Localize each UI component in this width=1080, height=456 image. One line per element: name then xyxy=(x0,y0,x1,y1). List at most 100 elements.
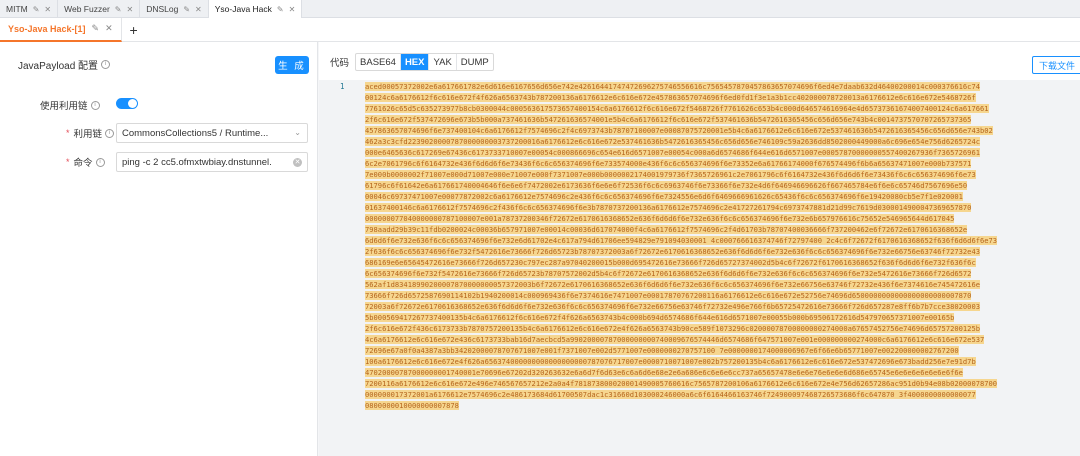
required-mark: * xyxy=(66,157,70,167)
command-label-text: 命令 xyxy=(73,158,93,169)
hex-line-text: 7761626c65d5c635273977b8cb0300044c000563… xyxy=(365,104,989,113)
hex-line: 47020000787000000001740001e70696e67202d3… xyxy=(365,367,1077,378)
command-input[interactable]: ping -c 2 cc5.ofmxtwbiay.dnstunnel. ✕ xyxy=(116,152,308,172)
hex-line: 000000017372001a6176612e7574696c2e486173… xyxy=(365,389,1077,400)
chevron-down-icon: ⌄ xyxy=(294,128,301,137)
top-tab-label: DNSLog xyxy=(146,4,179,14)
edit-icon[interactable]: ✎ xyxy=(183,5,190,14)
download-file-button[interactable]: 下载文件 xyxy=(1032,56,1080,74)
hex-line-text: 000e6465636c617269e67436c6173733710007e0… xyxy=(365,148,980,157)
info-icon[interactable]: i xyxy=(101,60,111,69)
sub-tab-yso-java-hack-1[interactable]: Yso-Java Hack-[1] ✎ ✕ xyxy=(0,17,122,42)
hex-line-text: aced00057372002e6a617661782e6d616e616765… xyxy=(365,82,980,91)
format-base64-button[interactable]: BASE64 xyxy=(356,54,401,70)
hex-line: 7e000b0000002f71007e000d71007e000e71007e… xyxy=(365,169,1077,180)
close-icon[interactable]: ✕ xyxy=(127,5,134,14)
hex-line: 00124c6a6176612f6c616e672f4f626a6563743b… xyxy=(365,92,1077,103)
info-icon[interactable]: i xyxy=(95,157,105,167)
edit-icon[interactable]: ✎ xyxy=(92,23,100,34)
hex-line-text: 2f6c616e672f537472696e673b5b000a73746163… xyxy=(365,115,972,124)
add-tab-button[interactable]: + xyxy=(122,18,146,42)
code-label: 代码 xyxy=(330,58,350,69)
chain-label-text: 利用链 xyxy=(73,129,103,140)
top-tab-label: MITM xyxy=(6,4,28,14)
hex-line-text: 457863657074696f6e737400104c6a6176612f75… xyxy=(365,126,993,135)
hex-line: 106a6176612e6c616e672e4f626a656374000000… xyxy=(365,356,1077,367)
hex-line: 01637400146c6a6176612f7574696c2f436f6c6c… xyxy=(365,202,1077,213)
generate-button[interactable]: 生 成 xyxy=(275,56,309,74)
top-tab-dnslog[interactable]: DNSLog ✎ ✕ xyxy=(140,0,209,18)
close-icon[interactable]: ✕ xyxy=(289,5,296,14)
code-toolbar: 代码 BASE64 HEX YAK DUMP xyxy=(319,52,494,72)
code-panel: 代码 BASE64 HEX YAK DUMP 下载文件 1 aced000573… xyxy=(319,42,1080,456)
hex-line-text: 73666f726d6572587690114102b1940200014c00… xyxy=(365,291,972,300)
close-icon[interactable]: ✕ xyxy=(105,23,113,34)
hex-line-text: 5b000569417267737400135b4c6a6176612f6c61… xyxy=(365,313,955,322)
top-tab-label: Yso-Java Hack xyxy=(214,4,272,14)
line-gutter: 1 xyxy=(319,80,359,456)
hex-line-text: 2f636f6c6c656374696f6e732f5472616e73666f… xyxy=(365,247,980,256)
top-tab-yso-java-hack[interactable]: Yso-Java Hack ✎ ✕ xyxy=(208,0,303,18)
hex-line-text: 01637400146c6a6176612f7574696c2f436f6c6c… xyxy=(365,203,972,212)
hex-line-text: 00046c69737471007e00077872002c6a6176612e… xyxy=(365,192,963,201)
hex-line-text: 6d6d6f6e732e636f6c6c656374696f6e732e6d61… xyxy=(365,236,998,245)
hex-line: 462a3c3cfd223902000078700000000373720001… xyxy=(365,136,1077,147)
sub-tab-label: Yso-Java Hack-[1] xyxy=(8,23,86,34)
format-yak-button[interactable]: YAK xyxy=(429,54,457,70)
info-icon[interactable]: i xyxy=(105,128,115,138)
close-icon[interactable]: ✕ xyxy=(44,5,51,14)
line-number: 1 xyxy=(340,82,345,91)
hex-line-text: 000000077040000000787100007e001a78737200… xyxy=(365,214,955,223)
edit-icon[interactable]: ✎ xyxy=(277,5,284,14)
hex-line: 798aadd29b39c11fdb0200024c00036b65797100… xyxy=(365,224,1077,235)
sub-tab-bar: Yso-Java Hack-[1] ✎ ✕ + xyxy=(0,17,1080,42)
clear-icon[interactable]: ✕ xyxy=(293,158,302,167)
config-title-text: JavaPayload 配置 xyxy=(18,61,99,72)
close-icon[interactable]: ✕ xyxy=(195,5,202,14)
config-title: JavaPayload 配置 i xyxy=(18,57,111,72)
hex-line: 2f636f6c6c656374696f6e732f5472616e73666f… xyxy=(365,246,1077,257)
hex-line: 5b000569417267737400135b4c6a6176612f6c61… xyxy=(365,312,1077,323)
hex-line: 7200116a6176612e6c616e672e496e7465676572… xyxy=(365,378,1077,389)
hex-line-text: 6c2e7061796c6f6164732e436f6d6d6f6e73436f… xyxy=(365,159,972,168)
hex-line: 6c2e7061796c6f6164732e436f6d6d6f6e73436f… xyxy=(365,158,1077,169)
chain-select[interactable]: CommonsCollections5 / Runtime... ⌄ xyxy=(116,123,308,143)
chain-select-value: CommonsCollections5 / Runtime... xyxy=(122,127,269,139)
top-tab-mitm[interactable]: MITM ✎ ✕ xyxy=(0,0,59,18)
hex-line: 00046c69737471007e00077872002c6a6176612e… xyxy=(365,191,1077,202)
top-tab-web-fuzzer[interactable]: Web Fuzzer ✎ ✕ xyxy=(58,0,141,18)
toggle-knob xyxy=(128,99,137,108)
format-dump-button[interactable]: DUMP xyxy=(457,54,493,70)
hex-line: 61796c6f61642e6a617661740004646f6e6e6f74… xyxy=(365,180,1077,191)
code-editor[interactable]: 1 aced00057372002e6a617661782e6d616e6167… xyxy=(319,80,1080,456)
use-chain-label: 使用利用链 i xyxy=(40,98,100,112)
top-tab-label: Web Fuzzer xyxy=(64,4,110,14)
edit-icon[interactable]: ✎ xyxy=(33,5,40,14)
hex-line: 6d6d6f6e732e636f6c6c656374696f6e732e6d61… xyxy=(365,235,1077,246)
hex-line-text: 562af1d83418990200007870000000057372003b… xyxy=(365,280,980,289)
use-chain-label-text: 使用利用链 xyxy=(40,101,88,112)
edit-icon[interactable]: ✎ xyxy=(115,5,122,14)
command-input-value: ping -c 2 cc5.ofmxtwbiay.dnstunnel. xyxy=(122,156,272,168)
format-hex-button[interactable]: HEX xyxy=(400,54,430,70)
config-panel: JavaPayload 配置 i 生 成 使用利用链 i * 利用链 i Com… xyxy=(0,42,318,456)
hex-line-text: 61796c6f61642e6a617661740004646f6e6e6f74… xyxy=(365,181,968,190)
hex-line: 000000077040000000787100007e001a78737200… xyxy=(365,213,1077,224)
command-label: * 命令 i xyxy=(66,155,105,169)
use-chain-toggle[interactable] xyxy=(116,98,138,109)
top-tab-bar: MITM ✎ ✕ Web Fuzzer ✎ ✕ DNSLog ✎ ✕ Yso-J… xyxy=(0,0,1080,18)
hex-line-text: 686169e6e65645472616e73666f726d657230c79… xyxy=(365,258,976,267)
hex-line-text: 6c656374696f6e732f5472616e73666f726d6572… xyxy=(365,269,972,278)
hex-line-text: 106a6176612e6c616e672e4f626a656374000000… xyxy=(365,357,976,366)
format-switch: BASE64 HEX YAK DUMP xyxy=(355,53,494,71)
hex-line: 72003a6f72672e6170616368652e636f6d6d6f6e… xyxy=(365,301,1077,312)
info-icon[interactable]: i xyxy=(90,100,100,110)
hex-line-text: 7e000b0000002f71007e000d71007e000e71007e… xyxy=(365,170,976,179)
hex-line-text: 72003a6f72672e6170616368652e636f6d6d6f6e… xyxy=(365,302,980,311)
hex-output[interactable]: aced00057372002e6a617661782e6d616e616765… xyxy=(365,81,1077,411)
hex-line-text: 7200116a6176612e6c616e672e496e7465676572… xyxy=(365,379,998,388)
hex-line-text: 47020000787000000001740001e70696e67202d3… xyxy=(365,368,963,377)
hex-line-text: 00124c6a6176612f6c616e672f4f626a6563743b… xyxy=(365,93,976,102)
hex-line: 4c6a6176612e6c616e672e436c6173733bab16d7… xyxy=(365,334,1077,345)
hex-line: 0800000010000000007878 xyxy=(365,400,1077,411)
